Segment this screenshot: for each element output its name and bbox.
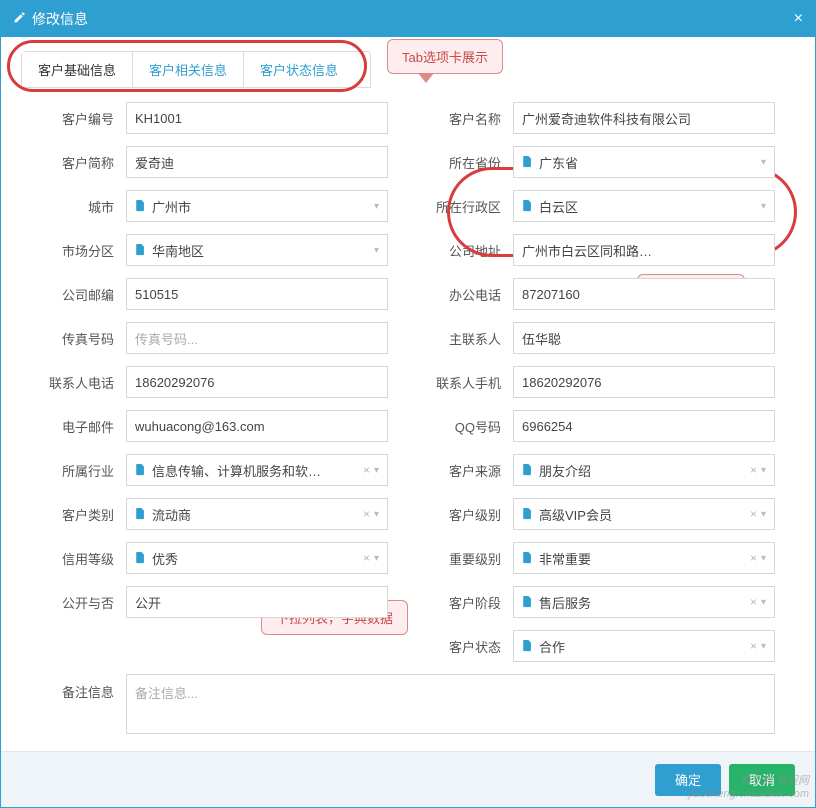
ok-button[interactable]: 确定	[655, 764, 721, 796]
document-icon	[522, 640, 533, 652]
dialog-footer: 确定 取消	[1, 751, 815, 807]
input-main-contact[interactable]: 伍华聪	[513, 322, 775, 354]
label-importance: 重要级别	[408, 549, 513, 568]
label-fax: 传真号码	[21, 329, 126, 348]
label-market-area: 市场分区	[21, 241, 126, 260]
document-icon	[135, 244, 146, 256]
chevron-down-icon[interactable]: ▾	[761, 465, 766, 476]
label-cust-id: 客户编号	[21, 109, 126, 128]
chevron-down-icon[interactable]: ▾	[761, 509, 766, 520]
clear-icon[interactable]: ×	[750, 463, 757, 477]
document-icon	[135, 508, 146, 520]
label-status: 客户状态	[408, 637, 513, 656]
chevron-down-icon[interactable]: ▾	[374, 553, 379, 564]
close-icon[interactable]: ×	[794, 10, 803, 28]
label-zipcode: 公司邮编	[21, 285, 126, 304]
annotation-tabs-bubble: Tab选项卡展示	[387, 39, 503, 74]
chevron-down-icon[interactable]: ▾	[374, 201, 379, 212]
input-public[interactable]: 公开	[126, 586, 388, 618]
input-contact-phone[interactable]: 18620292076	[126, 366, 388, 398]
document-icon	[522, 156, 533, 168]
select-industry[interactable]: 信息传输、计算机服务和软… × ▾	[126, 454, 388, 486]
label-short-name: 客户简称	[21, 153, 126, 172]
label-address: 公司地址	[408, 241, 513, 260]
label-email: 电子邮件	[21, 417, 126, 436]
chevron-down-icon[interactable]: ▾	[761, 553, 766, 564]
clear-icon[interactable]: ×	[363, 551, 370, 565]
dialog-body: 客户基础信息 客户相关信息 客户状态信息 Tab选项卡展示 数据关联刷新 下拉列…	[1, 37, 815, 751]
label-contact-mobile: 联系人手机	[408, 373, 513, 392]
dialog-title: 修改信息	[32, 9, 88, 29]
document-icon	[522, 464, 533, 476]
textarea-remark[interactable]: 备注信息...	[126, 674, 775, 734]
label-source: 客户来源	[408, 461, 513, 480]
clear-icon[interactable]: ×	[363, 507, 370, 521]
document-icon	[522, 596, 533, 608]
label-city: 城市	[21, 197, 126, 216]
select-province[interactable]: 广东省 ▾	[513, 146, 775, 178]
label-industry: 所属行业	[21, 461, 126, 480]
label-district: 所在行政区	[408, 197, 513, 216]
select-credit[interactable]: 优秀 × ▾	[126, 542, 388, 574]
label-cust-name: 客户名称	[408, 109, 513, 128]
label-contact-phone: 联系人电话	[21, 373, 126, 392]
label-province: 所在省份	[408, 153, 513, 172]
input-cust-name[interactable]: 广州爱奇迪软件科技有限公司	[513, 102, 775, 134]
select-market-area[interactable]: 华南地区 ▾	[126, 234, 388, 266]
form: 客户编号 KH1001 客户名称 广州爱奇迪软件科技有限公司 客户简称 爱奇迪 …	[21, 102, 795, 734]
tab-related-info[interactable]: 客户相关信息	[133, 52, 244, 87]
label-credit: 信用等级	[21, 549, 126, 568]
pencil-icon	[13, 11, 26, 27]
select-level[interactable]: 高级VIP会员 × ▾	[513, 498, 775, 530]
input-cust-id[interactable]: KH1001	[126, 102, 388, 134]
chevron-down-icon[interactable]: ▾	[761, 201, 766, 212]
select-district[interactable]: 白云区 ▾	[513, 190, 775, 222]
document-icon	[135, 200, 146, 212]
clear-icon[interactable]: ×	[750, 507, 757, 521]
input-short-name[interactable]: 爱奇迪	[126, 146, 388, 178]
document-icon	[135, 464, 146, 476]
tab-status-info[interactable]: 客户状态信息	[244, 52, 354, 87]
chevron-down-icon[interactable]: ▾	[374, 465, 379, 476]
select-importance[interactable]: 非常重要 × ▾	[513, 542, 775, 574]
tab-basic-info[interactable]: 客户基础信息	[22, 52, 133, 87]
chevron-down-icon[interactable]: ▾	[761, 157, 766, 168]
dialog: 修改信息 × 客户基础信息 客户相关信息 客户状态信息 Tab选项卡展示 数据关…	[0, 0, 816, 808]
clear-icon[interactable]: ×	[750, 639, 757, 653]
label-qq: QQ号码	[408, 417, 513, 436]
tabs: 客户基础信息 客户相关信息 客户状态信息	[21, 51, 371, 88]
label-main-contact: 主联系人	[408, 329, 513, 348]
select-city[interactable]: 广州市 ▾	[126, 190, 388, 222]
label-public: 公开与否	[21, 593, 126, 612]
cancel-button[interactable]: 取消	[729, 764, 795, 796]
select-stage[interactable]: 售后服务 × ▾	[513, 586, 775, 618]
chevron-down-icon[interactable]: ▾	[761, 597, 766, 608]
document-icon	[135, 552, 146, 564]
chevron-down-icon[interactable]: ▾	[374, 245, 379, 256]
document-icon	[522, 552, 533, 564]
input-qq[interactable]: 6966254	[513, 410, 775, 442]
document-icon	[522, 508, 533, 520]
chevron-down-icon[interactable]: ▾	[761, 641, 766, 652]
select-status[interactable]: 合作 × ▾	[513, 630, 775, 662]
input-fax[interactable]: 传真号码...	[126, 322, 388, 354]
clear-icon[interactable]: ×	[750, 551, 757, 565]
clear-icon[interactable]: ×	[363, 463, 370, 477]
label-type: 客户类别	[21, 505, 126, 524]
input-office-phone[interactable]: 87207160	[513, 278, 775, 310]
document-icon	[522, 200, 533, 212]
chevron-down-icon[interactable]: ▾	[374, 509, 379, 520]
input-zipcode[interactable]: 510515	[126, 278, 388, 310]
label-stage: 客户阶段	[408, 593, 513, 612]
input-email[interactable]: wuhuacong@163.com	[126, 410, 388, 442]
label-office-phone: 办公电话	[408, 285, 513, 304]
input-address[interactable]: 广州市白云区同和路…	[513, 234, 775, 266]
select-source[interactable]: 朋友介绍 × ▾	[513, 454, 775, 486]
select-type[interactable]: 流动商 × ▾	[126, 498, 388, 530]
label-level: 客户级别	[408, 505, 513, 524]
input-contact-mobile[interactable]: 18620292076	[513, 366, 775, 398]
clear-icon[interactable]: ×	[750, 595, 757, 609]
dialog-header: 修改信息 ×	[1, 1, 815, 37]
label-remark: 备注信息	[21, 674, 126, 734]
